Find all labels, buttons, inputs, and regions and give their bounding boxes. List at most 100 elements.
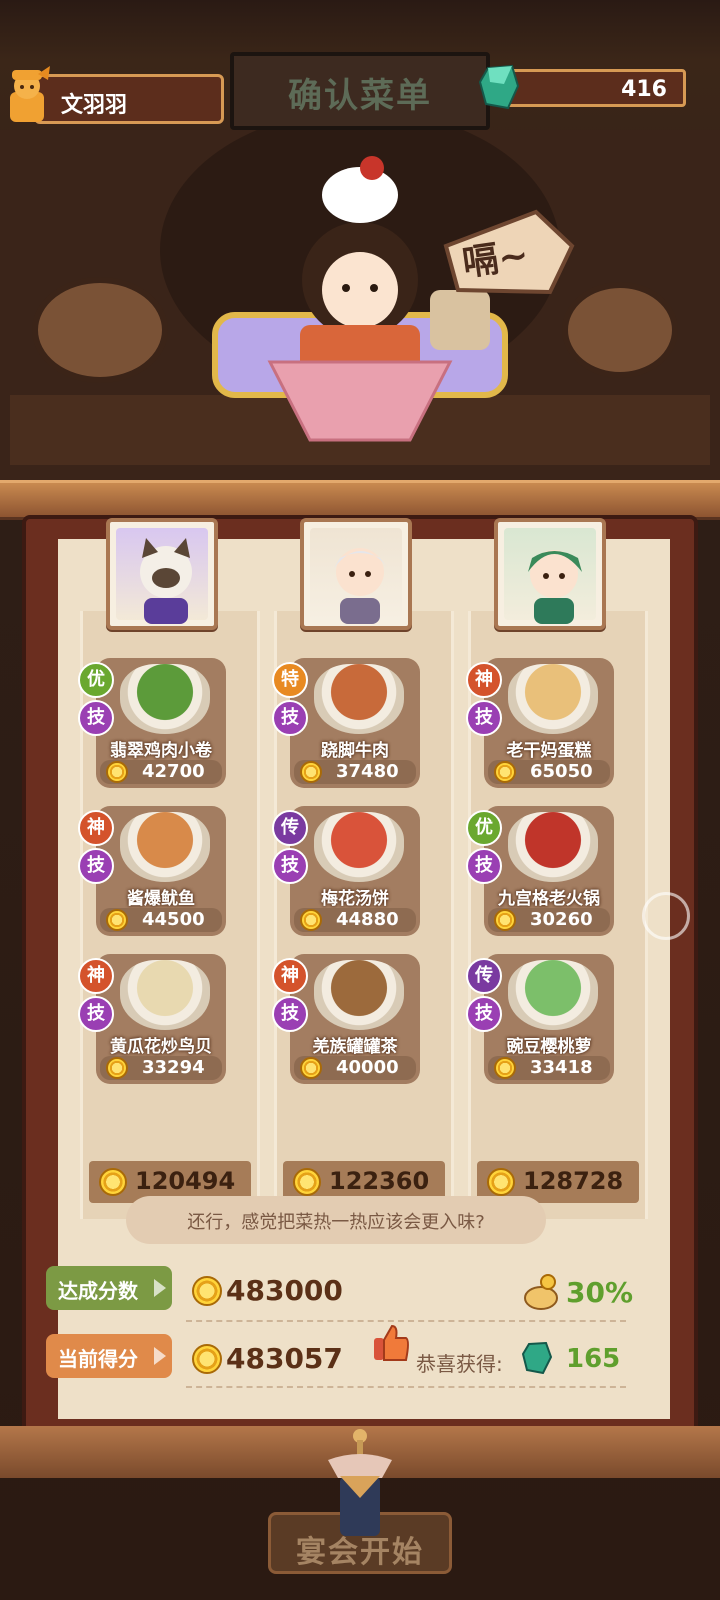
skill-badge: 技: [272, 848, 308, 884]
player-info[interactable]: 文羽羽: [34, 74, 224, 124]
quality-badge: 神: [78, 810, 114, 846]
cat-guest-icon: [140, 538, 192, 624]
dish-card[interactable]: 优技九宫格老火锅 30260: [466, 806, 614, 936]
guest-total-value: 120494: [135, 1167, 236, 1195]
current-score-label: 当前得分: [58, 1347, 138, 1371]
coin-icon: [192, 1344, 222, 1374]
quality-badge: 传: [466, 958, 502, 994]
dish-name: 羌族罐罐茶: [312, 1037, 398, 1057]
skill-badge: 技: [466, 848, 502, 884]
dish-image: [508, 960, 598, 1030]
skill-badge: 技: [466, 996, 502, 1032]
target-score-tag: 达成分数: [46, 1266, 172, 1310]
dish-card[interactable]: 特技跷脚牛肉 37480: [272, 658, 420, 788]
guest-portrait-cat[interactable]: [106, 518, 218, 630]
current-score-tag: 当前得分: [46, 1334, 172, 1378]
skill-badge: 技: [78, 700, 114, 736]
dish-price: 33294: [142, 1057, 205, 1078]
dish-name: 酱爆鱿鱼: [127, 889, 195, 909]
coin-icon: [494, 909, 516, 931]
dish-price-row: 44500: [100, 908, 222, 932]
dish-image: [314, 960, 404, 1030]
coin-icon: [487, 1168, 515, 1196]
coin-icon: [300, 1057, 322, 1079]
bonus-percent: 30%: [566, 1276, 634, 1309]
dish-price-row: 33294: [100, 1056, 222, 1080]
dish-price-row: 40000: [294, 1056, 416, 1080]
quality-badge: 特: [272, 662, 308, 698]
dish-price-row: 37480: [294, 760, 416, 784]
quality-badge: 神: [466, 662, 502, 698]
quality-badge: 优: [78, 662, 114, 698]
bonus-pot-icon: [524, 1274, 558, 1310]
coin-icon: [300, 761, 322, 783]
floating-assistive-button[interactable]: [642, 892, 690, 940]
dish-price-row: 65050: [488, 760, 610, 784]
tassel-ornament-icon: [328, 1429, 392, 1536]
target-score-value: 483000: [226, 1274, 343, 1307]
top-bar: 文羽羽 确认菜单 416: [0, 52, 720, 132]
quality-badge: 神: [272, 958, 308, 994]
coin-icon: [99, 1168, 127, 1196]
dish-image: [120, 812, 210, 882]
coin-icon: [300, 909, 322, 931]
dish-name: 黄瓜花炒鸟贝: [110, 1037, 212, 1057]
page-title: 确认菜单: [288, 76, 432, 116]
current-score-value: 483057: [226, 1342, 343, 1375]
dish-card[interactable]: 优技翡翠鸡肉小卷 42700: [78, 658, 226, 788]
dish-price: 44500: [142, 909, 205, 930]
dish-price-row: 30260: [488, 908, 610, 932]
dish-price-row: 44880: [294, 908, 416, 932]
target-score-label: 达成分数: [58, 1279, 138, 1303]
jade-gem-icon: [522, 1342, 552, 1374]
dish-price-row: 42700: [100, 760, 222, 784]
dish-card[interactable]: 神技老干妈蛋糕 65050: [466, 658, 614, 788]
coin-icon: [106, 761, 128, 783]
dish-price: 65050: [530, 761, 593, 782]
warrior-guest-icon: [334, 548, 388, 624]
dish-name: 九宫格老火锅: [498, 889, 600, 909]
coin-icon: [192, 1276, 222, 1306]
gem-counter[interactable]: 416: [500, 69, 686, 107]
guest-comment-text: 还行，感觉把菜热一热应该会更入味?: [187, 1212, 485, 1233]
guest-total-value: 128728: [523, 1167, 624, 1195]
reward-label: 恭喜获得:: [416, 1352, 503, 1376]
dish-card[interactable]: 神技羌族罐罐茶 40000: [272, 954, 420, 1084]
dish-image: [508, 664, 598, 734]
dish-price: 33418: [530, 1057, 593, 1078]
speech-bubble: 嗝~: [440, 206, 580, 296]
dish-card[interactable]: 神技酱爆鱿鱼 44500: [78, 806, 226, 936]
guest-portrait-scholar[interactable]: [494, 518, 606, 630]
guest-total-value: 122360: [329, 1167, 430, 1195]
dish-name: 跷脚牛肉: [321, 741, 389, 761]
dish-price: 44880: [336, 909, 399, 930]
dish-price-row: 33418: [488, 1056, 610, 1080]
arrow-right-icon: [154, 1279, 166, 1297]
quality-badge: 传: [272, 810, 308, 846]
dish-image: [508, 812, 598, 882]
dish-name: 梅花汤饼: [321, 889, 389, 909]
skill-badge: 技: [466, 700, 502, 736]
scholar-guest-icon: [528, 550, 582, 624]
skill-badge: 技: [78, 848, 114, 884]
coin-icon: [494, 1057, 516, 1079]
chef-avatar-icon: [10, 66, 50, 122]
guest-portrait-warrior[interactable]: [300, 518, 412, 630]
game-screen: 文羽羽 确认菜单 416 嗝~ 120494 122360 128728 优 技…: [0, 0, 720, 1600]
coin-icon: [494, 761, 516, 783]
dish-image: [120, 664, 210, 734]
dish-image: [314, 812, 404, 882]
dish-card[interactable]: 传技梅花汤饼 44880: [272, 806, 420, 936]
quality-badge: 神: [78, 958, 114, 994]
thumbs-up-icon: [374, 1324, 409, 1361]
dish-name: 老干妈蛋糕: [506, 741, 592, 761]
reward-value: 165: [566, 1344, 621, 1374]
guest-comment: 还行，感觉把菜热一热应该会更入味?: [126, 1196, 546, 1244]
skill-badge: 技: [272, 700, 308, 736]
speech-text: 嗝~: [459, 234, 532, 285]
dish-card[interactable]: 神技黄瓜花炒鸟贝 33294: [78, 954, 226, 1084]
dish-price: 30260: [530, 909, 593, 930]
dish-card[interactable]: 传技豌豆樱桃萝 33418: [466, 954, 614, 1084]
coin-icon: [106, 909, 128, 931]
dish-price: 40000: [336, 1057, 399, 1078]
